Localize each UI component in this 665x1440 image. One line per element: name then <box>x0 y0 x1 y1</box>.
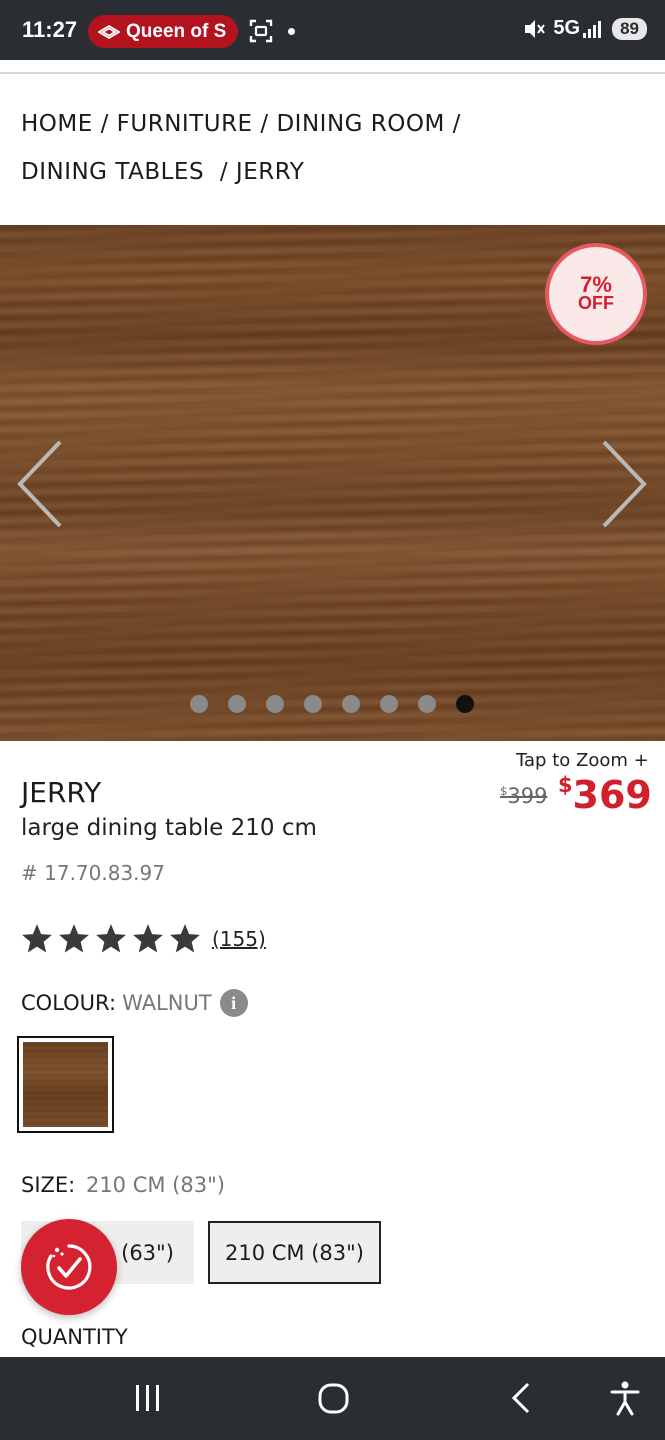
carousel-dot[interactable] <box>190 695 208 713</box>
carousel-dot[interactable] <box>228 695 246 713</box>
breadcrumb: HOME / FURNITURE / DINING ROOM / DINING … <box>21 100 641 196</box>
sale-price-value: 369 <box>572 773 652 817</box>
star-icon <box>22 924 52 953</box>
notification-dot <box>288 28 295 35</box>
colour-label: COLOUR: <box>21 991 117 1015</box>
size-row: SIZE: 210 CM (83") <box>21 1173 225 1197</box>
carousel-dot[interactable] <box>380 695 398 713</box>
carousel-dot[interactable] <box>456 695 474 713</box>
discount-label: OFF <box>578 293 614 313</box>
breadcrumb-home[interactable]: HOME <box>21 111 93 137</box>
original-price-value: 399 <box>507 784 548 808</box>
recent-apps-icon[interactable] <box>133 1379 163 1417</box>
header-divider <box>0 72 665 74</box>
mute-icon <box>525 19 546 38</box>
status-time: 11:27 <box>22 17 78 42</box>
carousel-next-arrow-icon[interactable] <box>598 438 650 530</box>
original-price: $399 <box>500 784 547 808</box>
star-icon <box>96 924 126 953</box>
review-count-link[interactable]: (155) <box>212 927 266 951</box>
carousel-dots <box>190 695 474 713</box>
discount-badge: 7% OFF <box>545 243 647 345</box>
colour-value: WALNUT <box>122 991 212 1015</box>
app-notification-pill[interactable]: Queen of S <box>88 15 238 48</box>
accessibility-icon[interactable] <box>608 1379 642 1417</box>
breadcrumb-current: JERRY <box>235 159 305 185</box>
discount-check-icon <box>46 1244 92 1290</box>
breadcrumb-dining-tables[interactable]: DINING TABLES <box>21 159 204 185</box>
star-icon <box>59 924 89 953</box>
app-notification-label: Queen of S <box>126 20 227 42</box>
breadcrumb-separator: / <box>100 111 109 137</box>
tap-to-zoom[interactable]: Tap to Zoom + <box>516 750 649 771</box>
discount-percent: 7% <box>580 272 612 297</box>
carousel-dot[interactable] <box>418 695 436 713</box>
breadcrumb-separator: / <box>219 159 229 185</box>
carousel-prev-arrow-icon[interactable] <box>14 438 66 530</box>
star-icon <box>170 924 200 953</box>
quantity-label: QUANTITY <box>21 1325 128 1349</box>
size-option-210[interactable]: 210 CM (83") <box>208 1221 381 1284</box>
breadcrumb-separator: / <box>452 111 461 137</box>
status-bar: 11:27 Queen of S 5G 89 <box>0 0 665 60</box>
signal-icon <box>583 20 602 38</box>
carousel-dot[interactable] <box>304 695 322 713</box>
carousel-dot[interactable] <box>342 695 360 713</box>
battery-indicator: 89 <box>612 17 647 40</box>
screenshot-icon <box>249 19 273 43</box>
home-icon[interactable] <box>316 1379 352 1417</box>
deals-fab-button[interactable] <box>21 1219 117 1315</box>
product-sku: # 17.70.83.97 <box>21 861 165 885</box>
info-icon[interactable]: i <box>219 989 248 1017</box>
app-logo-icon <box>98 24 120 39</box>
size-value: 210 CM (83") <box>85 1173 225 1197</box>
system-icons: 5G 89 <box>523 17 647 40</box>
size-label: SIZE: <box>21 1173 76 1197</box>
rating-stars: (155) <box>20 922 266 956</box>
colour-swatch-walnut[interactable] <box>17 1036 114 1133</box>
swatch-image <box>23 1042 108 1127</box>
system-nav-bar <box>0 1357 665 1440</box>
colour-row: COLOUR: WALNUT i <box>21 989 248 1017</box>
carousel-dot[interactable] <box>266 695 284 713</box>
breadcrumb-dining-room[interactable]: DINING ROOM <box>276 111 444 137</box>
product-name: JERRY <box>21 776 102 809</box>
breadcrumb-furniture[interactable]: FURNITURE <box>117 111 253 137</box>
back-icon[interactable] <box>506 1379 536 1417</box>
sale-price-symbol: $ <box>558 773 573 797</box>
star-icon <box>133 924 163 953</box>
product-description: large dining table 210 cm <box>21 815 317 841</box>
network-label: 5G <box>553 17 581 39</box>
sale-price: $369 <box>558 773 652 817</box>
breadcrumb-separator: / <box>260 111 269 137</box>
